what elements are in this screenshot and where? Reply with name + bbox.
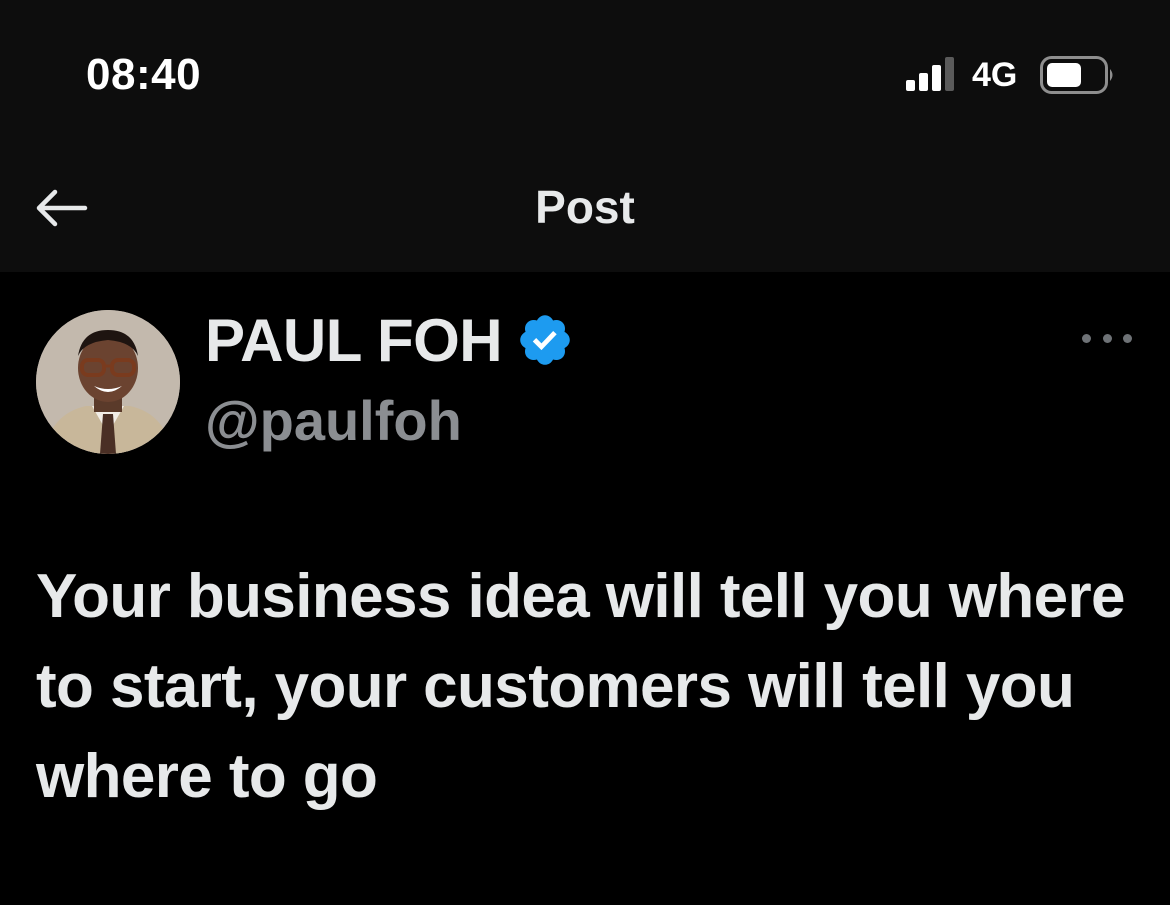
author-name-row: PAUL FOH [205,306,574,375]
verified-badge-icon [520,315,570,365]
more-horizontal-icon-dot [1123,333,1132,343]
more-horizontal-icon-dot [1102,333,1112,343]
author-display-name[interactable]: PAUL FOH [205,306,503,375]
screen: 08:40 4G Post PAUL FOH @paulfoh Your bus… [0,0,1170,905]
cellular-signal-icon [906,57,954,91]
more-options-button[interactable] [1082,324,1132,352]
post-text: Your business idea will tell you where t… [36,562,1126,811]
status-time: 08:40 [86,50,202,99]
top-chrome: 08:40 4G Post [0,0,1170,272]
battery-icon [1040,56,1113,94]
more-horizontal-icon [1082,333,1091,343]
page-title: Post [535,181,635,233]
avatar[interactable] [36,310,180,454]
status-bar: 08:40 4G [0,0,1170,150]
avatar-image [36,310,180,454]
nav-bar: Post [0,150,1170,272]
network-label: 4G [972,56,1018,94]
author-handle[interactable]: @paulfoh [205,388,462,453]
post: PAUL FOH @paulfoh Your business idea wil… [0,272,1170,905]
